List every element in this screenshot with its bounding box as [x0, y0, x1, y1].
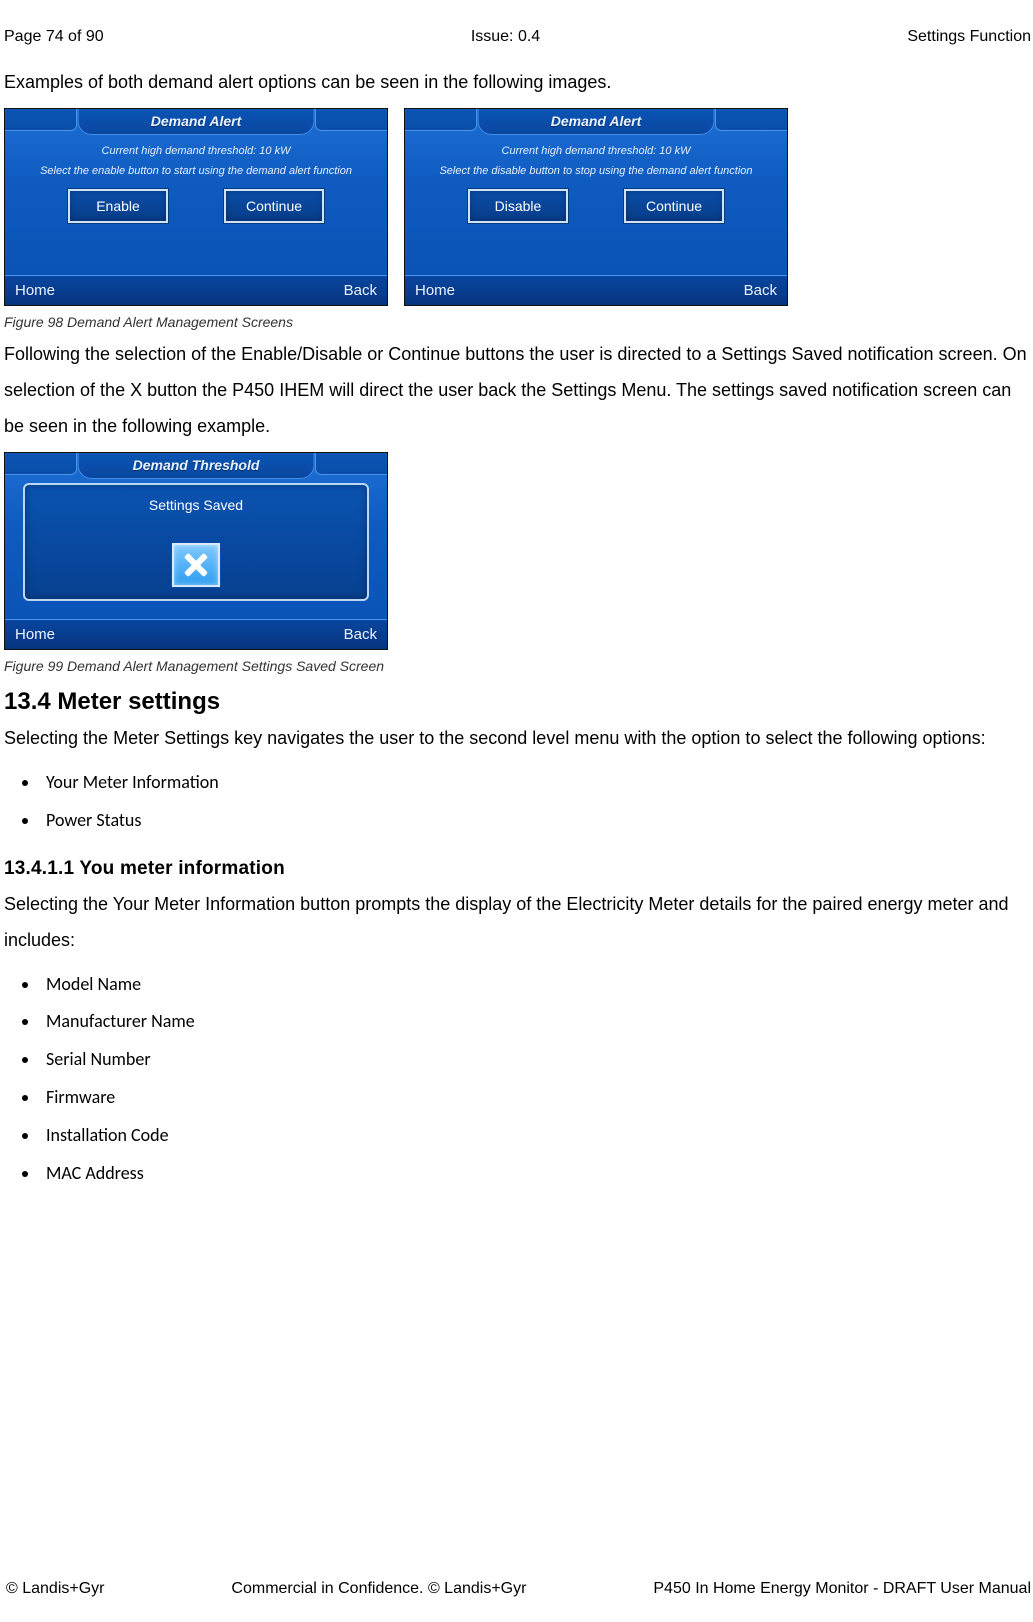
paragraph-1: Following the selection of the Enable/Di… [4, 336, 1029, 444]
footer-left: © Landis+Gyr [6, 1580, 105, 1598]
disable-button[interactable]: Disable [468, 189, 568, 223]
back-button[interactable]: Back [344, 282, 377, 299]
page-header: Page 74 of 90 Issue: 0.4 Settings Functi… [0, 28, 1033, 46]
threshold-text: Current high demand threshold: 10 kW [5, 145, 387, 157]
threshold-text: Current high demand threshold: 10 kW [405, 145, 787, 157]
close-icon[interactable] [172, 543, 220, 587]
section-13-4-heading: 13.4 Meter settings [4, 688, 1029, 716]
demand-alert-enable-screen: Demand Alert Current high demand thresho… [4, 108, 388, 306]
back-button[interactable]: Back [744, 282, 777, 299]
issue-number: Issue: 0.4 [471, 28, 540, 46]
figure-98-caption: Figure 98 Demand Alert Management Screen… [4, 314, 1029, 330]
figure-99-caption: Figure 99 Demand Alert Management Settin… [4, 658, 1029, 674]
meter-info-list: Model Name Manufacturer Name Serial Numb… [40, 966, 1033, 1193]
modal-text: Settings Saved [25, 485, 367, 513]
instruction-text: Select the enable button to start using … [5, 165, 387, 177]
instruction-text: Select the disable button to stop using … [405, 165, 787, 177]
screen-title: Demand Alert [78, 109, 315, 135]
page-number: Page 74 of 90 [4, 28, 104, 46]
list-item: Firmware [40, 1079, 1033, 1117]
list-item: Installation Code [40, 1117, 1033, 1155]
list-item: Model Name [40, 966, 1033, 1004]
demand-alert-screens: Demand Alert Current high demand thresho… [4, 108, 1029, 306]
demand-alert-disable-screen: Demand Alert Current high demand thresho… [404, 108, 788, 306]
list-item: MAC Address [40, 1155, 1033, 1193]
footer-right: P450 In Home Energy Monitor - DRAFT User… [653, 1580, 1031, 1598]
section-name: Settings Function [907, 28, 1031, 46]
home-button[interactable]: Home [415, 282, 455, 299]
list-item: Serial Number [40, 1041, 1033, 1079]
screen-title: Demand Threshold [78, 453, 315, 479]
home-button[interactable]: Home [15, 282, 55, 299]
screen-title: Demand Alert [478, 109, 715, 135]
meter-settings-list: Your Meter Information Power Status [40, 764, 1033, 840]
settings-saved-screen: Demand Threshold Settings Saved Home Bac… [4, 452, 388, 650]
continue-button[interactable]: Continue [624, 189, 724, 223]
list-item: Manufacturer Name [40, 1003, 1033, 1041]
enable-button[interactable]: Enable [68, 189, 168, 223]
footer-center: Commercial in Confidence. © Landis+Gyr [231, 1580, 526, 1598]
settings-saved-modal: Settings Saved [23, 483, 369, 601]
section-13-4-paragraph: Selecting the Meter Settings key navigat… [4, 720, 1029, 756]
section-13-4-1-1-heading: 13.4.1.1 You meter information [4, 858, 1029, 880]
list-item: Your Meter Information [40, 764, 1033, 802]
list-item: Power Status [40, 802, 1033, 840]
back-button[interactable]: Back [344, 626, 377, 643]
intro-paragraph: Examples of both demand alert options ca… [4, 64, 1029, 100]
continue-button[interactable]: Continue [224, 189, 324, 223]
home-button[interactable]: Home [15, 626, 55, 643]
section-13-4-1-1-paragraph: Selecting the Your Meter Information but… [4, 886, 1029, 958]
page-footer: © Landis+Gyr Commercial in Confidence. ©… [2, 1580, 1033, 1598]
